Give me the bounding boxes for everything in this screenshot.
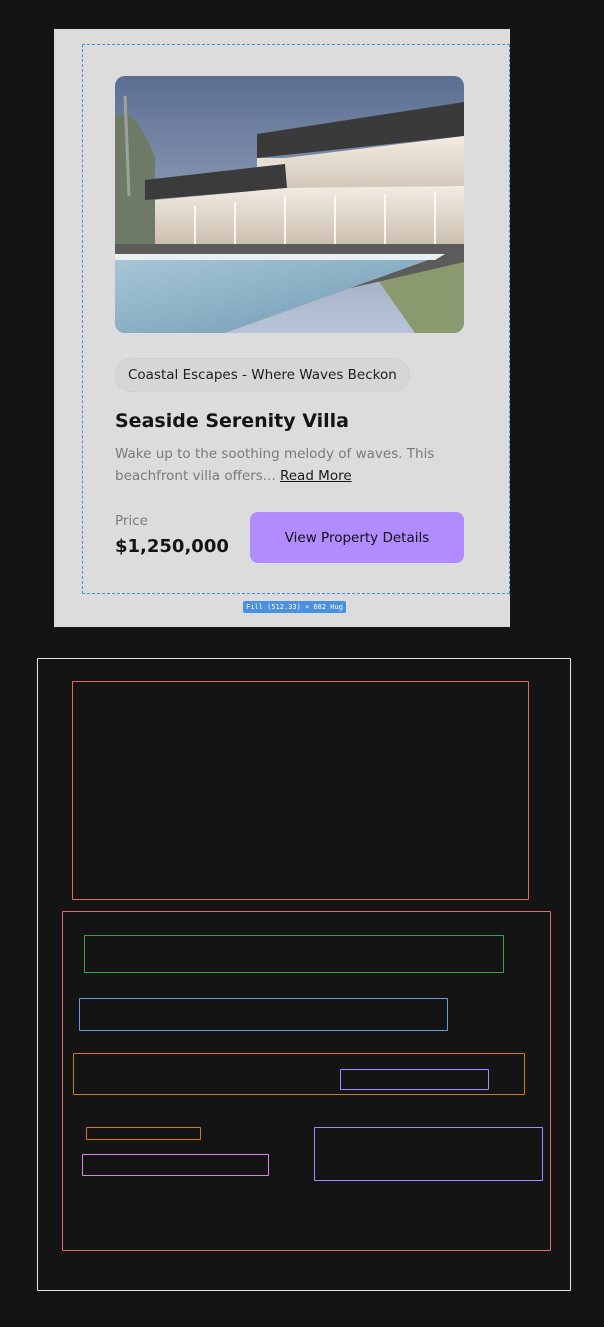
wireframe-title-box (79, 998, 448, 1031)
dimension-badge: Fill (512.33) × 682 Hug (243, 601, 346, 613)
wireframe-button-box (314, 1127, 543, 1181)
price-value: $1,250,000 (115, 536, 229, 557)
category-tag: Coastal Escapes - Where Waves Beckon (115, 358, 410, 392)
read-more-link[interactable]: Read More (280, 468, 352, 484)
wireframe-image-box (72, 681, 529, 900)
wireframe-price-label-box (86, 1127, 201, 1140)
view-property-details-button[interactable]: View Property Details (250, 512, 464, 563)
price-label: Price (115, 513, 148, 529)
wireframe-price-value-box (82, 1154, 269, 1176)
description-text: Wake up to the soothing melody of waves.… (115, 446, 435, 484)
property-title: Seaside Serenity Villa (115, 410, 349, 432)
wireframe-read-more-box (340, 1069, 489, 1090)
wireframe-tag-box (84, 935, 504, 973)
property-image (115, 76, 464, 333)
property-description: Wake up to the soothing melody of waves.… (115, 443, 445, 487)
